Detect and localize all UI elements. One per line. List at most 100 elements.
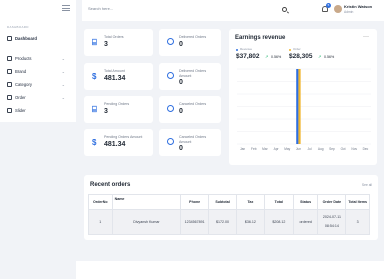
x-tick-label: Oct: [341, 147, 346, 151]
revenue-percent: 0.56%: [271, 55, 282, 59]
x-tick-label: May: [284, 147, 290, 151]
x-tick-label: Dec: [363, 147, 369, 151]
order-date-cell: 2024-07-11 08:54:14: [317, 209, 347, 235]
grid-icon: [7, 35, 12, 41]
legend-dot-order: [289, 48, 291, 51]
phone-cell: 1234567891: [180, 209, 210, 235]
sidebar-item-category[interactable]: Category ⌄: [7, 80, 71, 88]
x-tick-label: Jul: [308, 147, 312, 151]
user-name: Kristin Watson: [344, 4, 373, 9]
column-header: Total: [263, 194, 294, 210]
revenue-value: $37,802: [236, 53, 260, 60]
stat-label: Total Amount: [104, 69, 125, 73]
see-all-link[interactable]: See all: [362, 183, 372, 187]
chevron-down-icon: ⌄: [61, 94, 65, 100]
tag-icon: [7, 68, 12, 74]
chevron-down-icon: ⌄: [61, 68, 65, 74]
stat-value: 0: [179, 41, 183, 48]
stat-label: Pending Orders: [104, 102, 130, 106]
stat-label: Canceled Orders: [179, 102, 207, 106]
image-icon: [7, 107, 12, 113]
sidebar-item-label: Products: [15, 55, 32, 61]
table-header-row: OrderNo Name Phone Subtotal Tax Total St…: [88, 194, 370, 210]
earnings-card: Earnings revenue ··· Revenue $37,802 ↗ 0…: [229, 29, 377, 165]
sidebar-item-dashboard[interactable]: Dashboard: [7, 34, 71, 42]
subtotal-cell: $172.00: [208, 209, 237, 235]
stat-value: 0: [179, 79, 183, 86]
trend-up-icon: ↗: [265, 54, 269, 59]
column-header: Name: [111, 194, 182, 210]
chevron-down-icon: ⌄: [61, 81, 65, 87]
column-header: Order Date: [317, 194, 347, 210]
x-tick-label: Feb: [251, 147, 257, 151]
column-header: Tax: [235, 194, 265, 210]
user-role: Admin: [344, 9, 354, 14]
menu-collapse-icon[interactable]: [62, 5, 70, 11]
recent-orders-title: Recent orders: [90, 182, 131, 188]
clock-icon: [167, 38, 174, 45]
x-tick-label: Nov: [351, 147, 357, 151]
dollar-icon: $: [92, 138, 97, 147]
footer: [76, 261, 384, 279]
tax-cell: $36.12: [235, 209, 265, 235]
status-cell: ordered: [292, 209, 319, 235]
bar-order-jun: [298, 69, 301, 144]
sidebar-item-order[interactable]: Order ⌄: [7, 93, 71, 101]
search-icon[interactable]: [282, 7, 287, 12]
legend-label-order: Order: [293, 47, 301, 51]
column-header: OrderNo: [88, 194, 113, 210]
total-cell: $208.12: [263, 209, 294, 235]
stat-value: 3: [104, 41, 108, 48]
x-tick-label: Sep: [329, 147, 335, 151]
stat-card-canceled-amount: Canceled Orders Amount 0: [159, 129, 221, 156]
sidebar-item-label: Category: [15, 81, 32, 87]
clock-icon: [167, 105, 174, 112]
trend-up-icon: ↗: [318, 54, 322, 59]
sidebar-item-label: Slider: [15, 107, 26, 113]
sidebar-item-slider[interactable]: Slider: [7, 106, 71, 114]
x-tick-label: Jun: [296, 147, 301, 151]
orders-table: OrderNo Name Phone Subtotal Tax Total St…: [88, 194, 370, 235]
sidebar-item-brand[interactable]: Brand ⌄: [7, 67, 71, 75]
x-tick-label: Jan: [240, 147, 245, 151]
stat-card-total-orders: ⌸ Total Orders 3: [84, 29, 153, 56]
order-percent: 0.56%: [324, 55, 335, 59]
top-header: Search here... 5 Kristin Watson Admin: [82, 0, 384, 21]
stat-label: Delivered Orders Amount: [179, 69, 207, 78]
earnings-bar-chart: Jan Feb Mar Apr May Jun Jul Aug Sep Oct Nov Dec: [237, 68, 371, 151]
stat-value: 481.34: [104, 75, 126, 82]
sidebar-item-label: Order: [15, 94, 26, 100]
column-header: Subtotal: [208, 194, 237, 210]
stat-label: Total Orders: [104, 35, 124, 39]
order-value: $28,305: [289, 53, 313, 60]
stat-value: 0: [179, 108, 183, 115]
recent-orders-card: Recent orders See all OrderNo Name Phone…: [84, 175, 378, 240]
dollar-icon: $: [92, 72, 97, 81]
legend-label-revenue: Revenue: [240, 47, 253, 51]
x-tick-label: Apr: [274, 147, 280, 151]
more-options-icon[interactable]: ···: [363, 34, 369, 40]
stat-value: 0: [179, 145, 183, 152]
column-header: Total Items: [345, 194, 370, 210]
search-input[interactable]: Search here...: [88, 6, 113, 11]
column-header: Status: [292, 194, 319, 210]
stat-label: Pending Orders Amount: [104, 135, 143, 139]
chevron-down-icon: ⌄: [61, 55, 65, 61]
order-no-cell: 1: [88, 209, 113, 235]
clock-icon: [167, 138, 174, 145]
stat-card-delivered-orders: Delivered Orders 0: [159, 29, 221, 56]
avatar[interactable]: [334, 5, 342, 13]
table-row[interactable]: 1 Divyansh Kumar 1234567891 $172.00 $36.…: [88, 209, 370, 235]
stat-value: 3: [104, 108, 108, 115]
stat-card-total-amount: $ Total Amount 481.34: [84, 63, 153, 90]
layers-icon: [7, 81, 12, 87]
bar-revenue-jun: [296, 69, 299, 144]
stat-card-pending-amount: $ Pending Orders Amount 481.34: [84, 129, 153, 156]
cart-icon: [7, 94, 12, 100]
cart-icon: [7, 55, 12, 61]
stat-card-canceled-orders: Canceled Orders 0: [159, 96, 221, 123]
sidebar-item-label: Brand: [15, 68, 27, 74]
sidebar-item-products[interactable]: Products ⌄: [7, 54, 71, 62]
clock-icon: [167, 72, 174, 79]
x-tick-label: Aug: [318, 147, 324, 151]
